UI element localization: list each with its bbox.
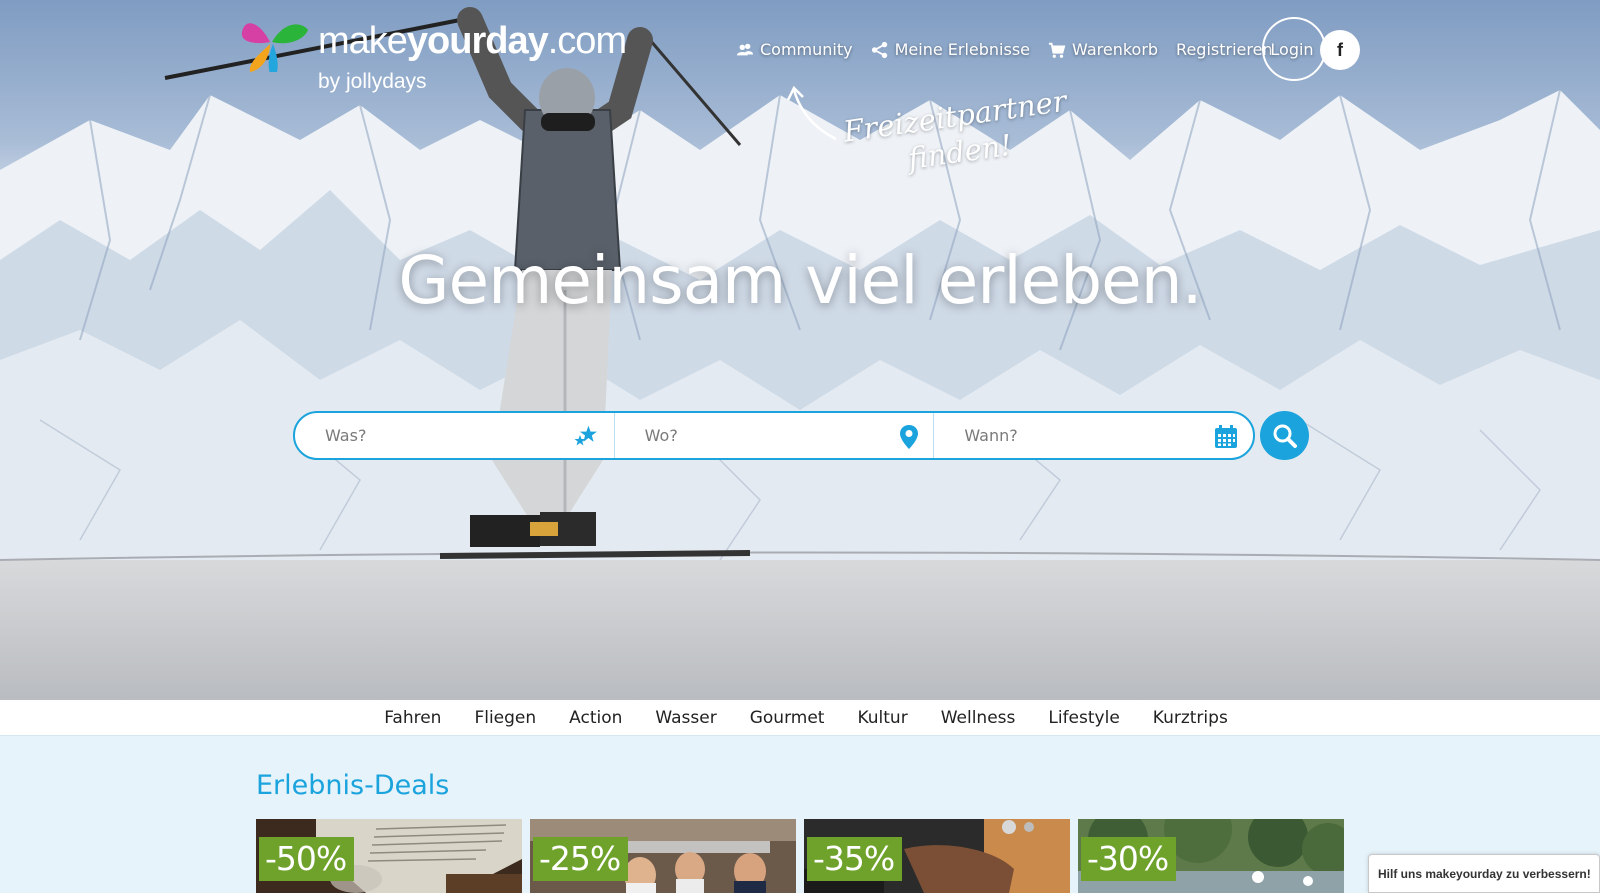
nav-warenkorb[interactable]: Warenkorb bbox=[1048, 40, 1158, 59]
stars-icon bbox=[574, 425, 597, 446]
logo-wordmark: makeyourday.com bbox=[318, 20, 627, 63]
category-kurztrips[interactable]: Kurztrips bbox=[1153, 708, 1228, 728]
nav-registrieren-label: Registrieren bbox=[1176, 40, 1273, 59]
search-when-field[interactable] bbox=[933, 413, 1253, 458]
butterfly-logo-icon bbox=[241, 23, 308, 72]
search-when-input[interactable] bbox=[964, 426, 1185, 445]
search-button[interactable] bbox=[1260, 411, 1309, 460]
discount-badge: -25% bbox=[533, 837, 629, 881]
nav-registrieren[interactable]: Registrieren bbox=[1176, 40, 1273, 59]
nav-meine-erlebnisse[interactable]: Meine Erlebnisse bbox=[871, 40, 1030, 59]
search-bar bbox=[293, 411, 1255, 460]
cart-icon bbox=[1048, 42, 1066, 58]
logo-bold: yourday bbox=[406, 20, 549, 62]
search-what-input[interactable] bbox=[325, 426, 545, 445]
facebook-icon[interactable]: f bbox=[1320, 30, 1360, 70]
nav-community-label: Community bbox=[760, 40, 853, 59]
share-icon bbox=[871, 41, 887, 58]
category-gourmet[interactable]: Gourmet bbox=[750, 708, 825, 728]
logo-tagline: by jollydays bbox=[318, 70, 427, 93]
top-navigation: Community Meine Erlebnisse Warenkorb Reg… bbox=[736, 40, 1273, 59]
category-kultur[interactable]: Kultur bbox=[857, 708, 907, 728]
search-where-input[interactable] bbox=[644, 426, 865, 445]
search-where-field[interactable] bbox=[613, 413, 934, 458]
discount-badge: -35% bbox=[807, 837, 903, 881]
search-what-field[interactable] bbox=[295, 413, 614, 458]
deal-card[interactable]: -25% bbox=[530, 819, 796, 893]
deal-card[interactable]: -50% bbox=[256, 819, 522, 893]
hero-headline: Gemeinsam viel erleben. bbox=[398, 242, 1202, 319]
category-wasser[interactable]: Wasser bbox=[655, 708, 716, 728]
logo-tld: .com bbox=[547, 20, 627, 62]
nav-warenkorb-label: Warenkorb bbox=[1072, 40, 1159, 59]
discount-badge: -50% bbox=[259, 837, 355, 881]
site-logo[interactable]: makeyourday.com by jollydays bbox=[240, 12, 640, 93]
logo-light: make bbox=[318, 20, 408, 62]
category-navigation: Fahren Fliegen Action Wasser Gourmet Kul… bbox=[0, 700, 1600, 736]
erlebnis-deals-heading: Erlebnis-Deals bbox=[256, 770, 450, 801]
login-button[interactable]: Login bbox=[1262, 17, 1326, 81]
category-fliegen[interactable]: Fliegen bbox=[474, 708, 536, 728]
feedback-tab[interactable]: Hilf uns makeyourday zu verbessern! bbox=[1368, 854, 1600, 893]
hero-banner: makeyourday.com by jollydays Community M… bbox=[0, 0, 1600, 700]
category-fahren[interactable]: Fahren bbox=[384, 708, 441, 728]
nav-meine-erlebnisse-label: Meine Erlebnisse bbox=[894, 40, 1031, 59]
deals-row: -50% -25% -35% -30% bbox=[256, 819, 1344, 893]
deal-card[interactable]: -30% bbox=[1078, 819, 1344, 893]
discount-badge: -30% bbox=[1081, 837, 1177, 881]
calendar-icon bbox=[1215, 425, 1238, 448]
search-icon bbox=[1273, 424, 1297, 448]
map-pin-icon bbox=[900, 425, 919, 449]
category-wellness[interactable]: Wellness bbox=[941, 708, 1016, 728]
curved-arrow-icon bbox=[786, 85, 837, 141]
community-icon bbox=[736, 43, 754, 55]
category-lifestyle[interactable]: Lifestyle bbox=[1048, 708, 1119, 728]
category-action[interactable]: Action bbox=[569, 708, 622, 728]
nav-community[interactable]: Community bbox=[736, 40, 853, 59]
deal-card[interactable]: -35% bbox=[804, 819, 1070, 893]
